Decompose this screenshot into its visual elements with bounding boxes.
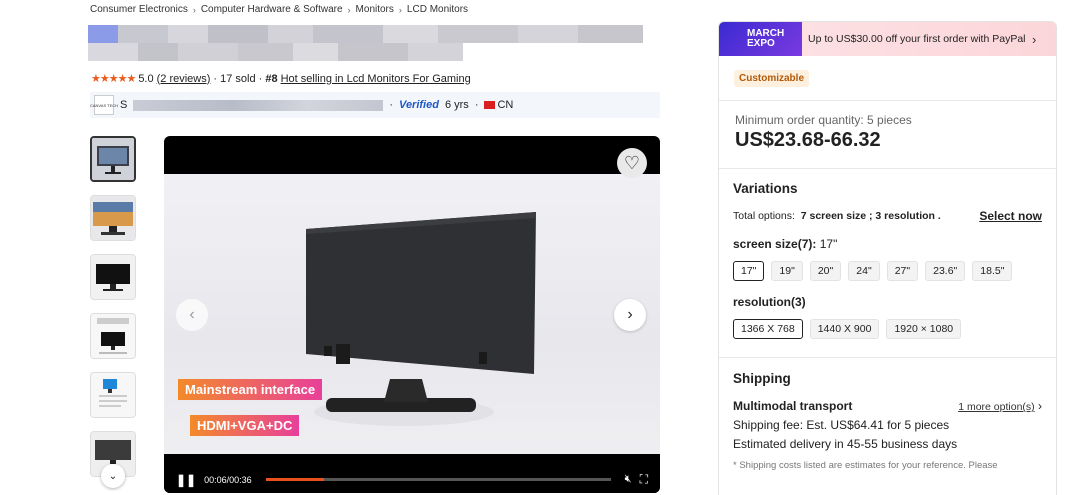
screen-size-option[interactable]: 27" (886, 261, 919, 281)
thumbnail-image[interactable] (90, 195, 136, 241)
video-time: 00:06/00:36 (204, 474, 252, 485)
variations-title: Variations (733, 181, 798, 196)
resolution-option[interactable]: 1920 × 1080 (886, 319, 962, 339)
feature-tag: Mainstream interface (178, 379, 323, 400)
china-flag-icon (484, 101, 496, 110)
chevron-left-icon[interactable]: ‹ (176, 299, 208, 331)
screen-size-option[interactable]: 24" (848, 261, 880, 281)
screen-size-option[interactable]: 19" (771, 261, 803, 281)
chevron-right-icon[interactable]: › (1038, 399, 1042, 413)
sold-count: · 17 sold · (213, 72, 263, 85)
select-now-link[interactable]: Select now (979, 209, 1042, 223)
product-title-redacted (88, 25, 653, 61)
more-options-link[interactable]: 1 more option(s) (958, 401, 1034, 413)
screen-size-options: 17" 19" 20" 24" 27" 23.6" 18.5" (733, 261, 1042, 281)
verified-badge: Verified (399, 99, 439, 111)
video-controls: ❚❚ 00:06/00:36 🔇︎ ⛶ (164, 466, 660, 493)
shipping-fee: Shipping fee: Est. US$64.41 for 5 pieces (733, 418, 950, 432)
thumbnail-strip (90, 136, 136, 490)
breadcrumb-item[interactable]: LCD Monitors (407, 4, 468, 15)
breadcrumb: Consumer Electronics › Computer Hardware… (90, 4, 468, 15)
supplier-initial: S (120, 99, 128, 111)
product-image-stage (164, 174, 660, 454)
rating-row: ★★★★★ 5.0 (2 reviews) · 17 sold · #8 Hot… (91, 72, 471, 86)
min-order-quantity: Minimum order quantity: 5 pieces (735, 113, 912, 127)
breadcrumb-item[interactable]: Computer Hardware & Software (201, 4, 343, 15)
thumbnail-image[interactable] (90, 254, 136, 300)
reviews-link[interactable]: (2 reviews) (157, 73, 211, 85)
video-progress-fill (265, 478, 325, 481)
supplier-name-redacted (133, 99, 384, 111)
supplier-logo: CANVAS TECH (90, 95, 118, 115)
pause-icon[interactable]: ❚❚ (176, 473, 196, 487)
breadcrumb-item[interactable]: Monitors (356, 4, 394, 15)
screen-size-option[interactable]: 20" (809, 261, 842, 281)
chevron-down-icon[interactable]: ⌄ (101, 464, 125, 488)
estimated-delivery: Estimated delivery in 45-55 business day… (733, 437, 958, 451)
rating-score: 5.0 (138, 72, 154, 85)
customizable-badge: Customizable (734, 70, 810, 87)
mute-icon[interactable]: 🔇︎ (625, 473, 632, 486)
variations-section: Variations Total options: 7 screen size … (719, 168, 1056, 339)
screen-size-option[interactable]: 17" (733, 261, 765, 281)
supplier-years: 6 yrs (444, 99, 469, 111)
breadcrumb-item[interactable]: Consumer Electronics (90, 4, 188, 15)
screen-size-option[interactable]: 23.6" (925, 261, 966, 281)
chevron-right-icon: › (192, 4, 196, 15)
supplier-row[interactable]: CANVAS TECH S · Verified 6 yrs · CN (90, 92, 660, 118)
thumbnail-video[interactable] (90, 136, 136, 182)
supplier-country: CN (497, 99, 514, 111)
screen-size-option[interactable]: 18.5" (972, 261, 1013, 281)
chevron-right-icon: › (347, 4, 351, 15)
chevron-right-icon: › (398, 4, 402, 15)
resolution-option[interactable]: 1440 X 900 (809, 319, 880, 339)
rank-badge: #8 (265, 72, 278, 85)
shipping-section: Shipping Multimodal transport 1 more opt… (719, 357, 1056, 471)
resolution-options: 1366 X 768 1440 X 900 1920 × 1080 (733, 319, 1042, 339)
ranking-link[interactable]: Hot selling in Lcd Monitors For Gaming (281, 73, 471, 85)
shipping-title: Shipping (733, 371, 791, 386)
heart-icon[interactable]: ♡ (617, 148, 647, 178)
product-video-player[interactable] (164, 136, 660, 493)
screen-size-label: screen size(7): 17" (733, 237, 838, 251)
price-block: Minimum order quantity: 5 pieces US$23.6… (719, 100, 1056, 168)
chevron-right-icon: › (1032, 31, 1037, 47)
star-rating-icon: ★★★★★ (91, 73, 136, 85)
promo-banner[interactable]: MARCH EXPO Up to US$30.00 off your first… (719, 22, 1056, 56)
thumbnail-image[interactable] (90, 313, 136, 359)
purchase-panel: MARCH EXPO Up to US$30.00 off your first… (718, 21, 1057, 495)
video-progress-bar[interactable] (265, 478, 611, 481)
fullscreen-icon[interactable]: ⛶ (640, 472, 648, 487)
march-expo-badge: MARCH EXPO (719, 22, 802, 56)
total-options: Total options: 7 screen size ; 3 resolut… (733, 210, 941, 222)
thumbnail-image[interactable] (90, 372, 136, 418)
shipping-note: * Shipping costs listed are estimates fo… (733, 460, 998, 471)
promo-text: Up to US$30.00 off your first order with… (808, 32, 1026, 45)
feature-tag: HDMI+VGA+DC (190, 415, 300, 436)
price-range: US$23.68-66.32 (735, 129, 881, 151)
chevron-right-icon[interactable]: › (614, 299, 646, 331)
resolution-label: resolution(3) (733, 295, 806, 309)
transport-method: Multimodal transport (733, 399, 853, 413)
resolution-option[interactable]: 1366 X 768 (733, 319, 803, 339)
